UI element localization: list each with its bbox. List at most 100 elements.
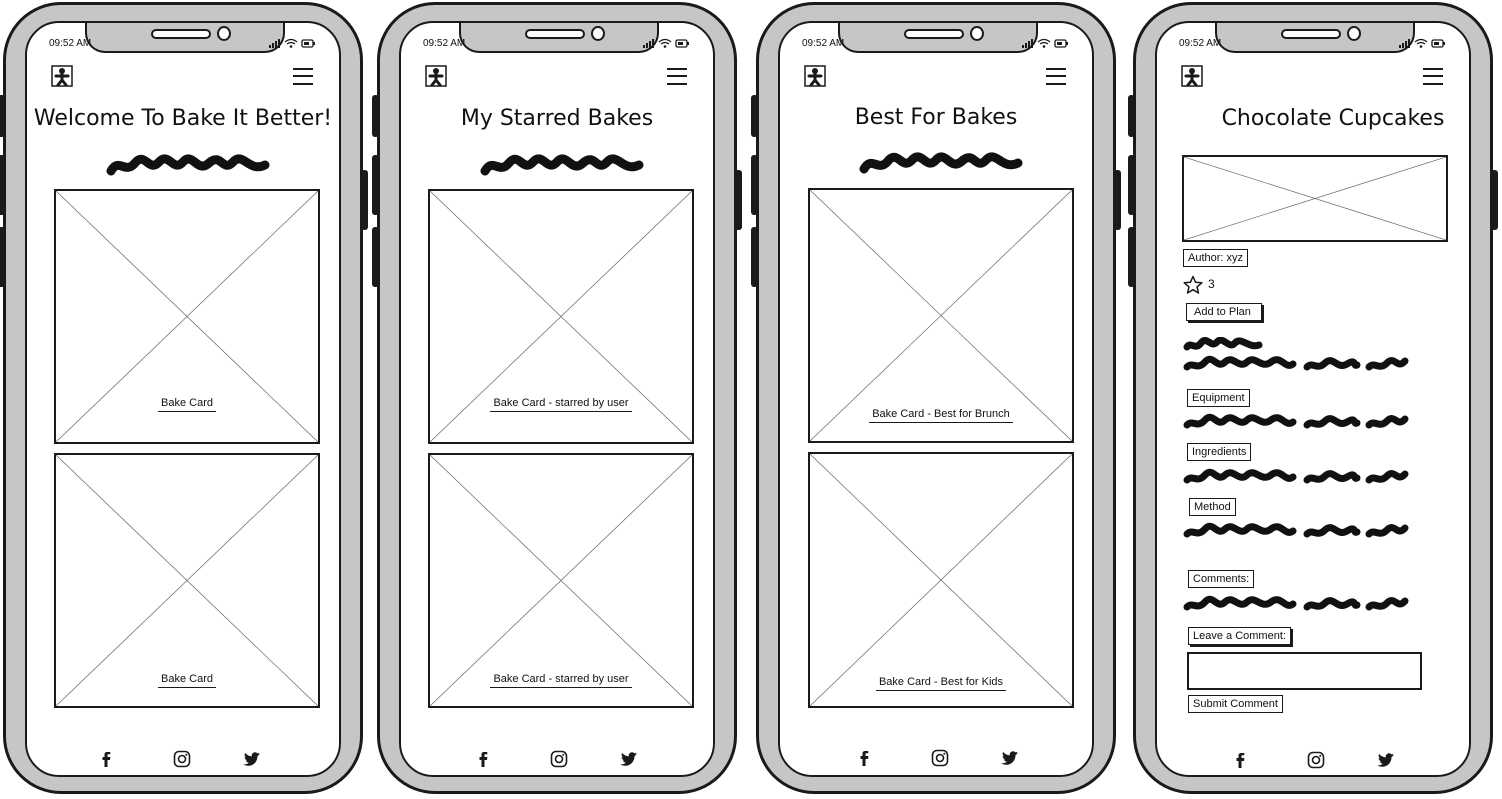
front-camera [217,26,231,41]
side-button [751,95,758,137]
side-button [1114,170,1121,230]
submit-comment-button[interactable]: Submit Comment [1188,695,1283,713]
star-count: 3 [1208,277,1215,291]
side-button [0,155,5,215]
equipment-label: Equipment [1187,389,1250,407]
bake-card[interactable]: Bake Card [54,189,320,444]
bake-card[interactable]: Bake Card [54,453,320,708]
card-caption[interactable]: Bake Card [56,673,318,688]
status-time: 09:52 AM [1179,38,1222,49]
image-placeholder [1184,157,1446,240]
instagram-icon[interactable] [550,750,568,768]
speaker [1281,29,1341,39]
facebook-icon[interactable] [475,750,493,768]
card-caption[interactable]: Bake Card - starred by user [430,397,692,412]
side-button [1128,155,1135,215]
side-button [1128,227,1135,287]
card-caption[interactable]: Bake Card - Best for Kids [810,676,1072,691]
page-title: Welcome To Bake It Better! [33,106,333,131]
hamburger-menu-icon[interactable] [1423,68,1443,85]
side-button [0,95,5,137]
ingredients-label: Ingredients [1187,443,1252,461]
speaker [151,29,211,39]
recipe-description-scribble [1183,337,1409,371]
side-button [735,170,742,230]
phone-frame-home: 09:52 AM Welcome To Bake It Better! Bake… [0,2,368,794]
status-icons [1022,38,1068,48]
notch [838,23,1038,53]
bake-card[interactable]: Bake Card - Best for Brunch [808,188,1074,443]
screen-best-for: 09:52 AM Best For Bakes Bake Card - Best… [778,21,1094,777]
gingerbread-man-icon[interactable] [51,65,73,87]
ingredients-scribble [1183,468,1409,484]
hamburger-menu-icon[interactable] [1046,68,1066,85]
status-time: 09:52 AM [423,38,466,49]
phone-frame-recipe: 09:52 AM Chocolate Cupcakes Author: xyz … [1128,2,1498,794]
image-placeholder [430,455,692,706]
equipment-scribble [1183,413,1409,429]
status-time: 09:52 AM [802,38,845,49]
phone-frame-starred: 09:52 AM My Starred Bakes Bake Card - st… [372,2,742,794]
front-camera [970,26,984,41]
subtitle-scribble [106,154,270,176]
twitter-icon[interactable] [1377,751,1395,769]
gingerbread-man-icon[interactable] [804,65,826,87]
speaker [904,29,964,39]
card-caption[interactable]: Bake Card - Best for Brunch [810,408,1072,423]
side-button [751,227,758,287]
subtitle-scribble [859,152,1023,174]
screen-starred: 09:52 AM My Starred Bakes Bake Card - st… [399,21,715,777]
instagram-icon[interactable] [1307,751,1325,769]
side-button [372,95,379,137]
gingerbread-man-icon[interactable] [425,65,447,87]
twitter-icon[interactable] [1001,749,1019,767]
bake-card[interactable]: Bake Card - starred by user [428,453,694,708]
side-button [1128,95,1135,137]
instagram-icon[interactable] [173,750,191,768]
phone-frame-best-for: 09:52 AM Best For Bakes Bake Card - Best… [751,2,1121,794]
hamburger-menu-icon[interactable] [667,68,687,85]
leave-comment-label: Leave a Comment: [1188,627,1291,645]
front-camera [1347,26,1361,41]
twitter-icon[interactable] [620,750,638,768]
twitter-icon[interactable] [243,750,261,768]
hamburger-menu-icon[interactable] [293,68,313,85]
facebook-icon[interactable] [98,750,116,768]
star-outline-icon[interactable] [1183,275,1203,295]
recipe-image-placeholder [1182,155,1448,242]
comments-scribble [1183,595,1409,611]
facebook-icon[interactable] [856,749,874,767]
bake-card[interactable]: Bake Card - starred by user [428,189,694,444]
notch [85,23,285,53]
card-caption[interactable]: Bake Card - starred by user [430,673,692,688]
front-camera [591,26,605,41]
side-button [361,170,368,230]
page-title: Chocolate Cupcakes [1221,106,1445,131]
side-button [372,227,379,287]
facebook-icon[interactable] [1232,751,1250,769]
instagram-icon[interactable] [931,749,949,767]
comment-input[interactable] [1187,652,1422,690]
method-label: Method [1189,498,1236,516]
side-button [751,155,758,215]
comments-label: Comments: [1188,570,1255,588]
side-button [1491,170,1498,230]
add-to-plan-button[interactable]: Add to Plan [1186,303,1262,321]
status-time: 09:52 AM [49,38,92,49]
image-placeholder [810,190,1072,441]
speaker [525,29,585,39]
screen-recipe: 09:52 AM Chocolate Cupcakes Author: xyz … [1155,21,1471,777]
status-icons [1399,38,1445,48]
notch [459,23,659,53]
status-icons [269,38,315,48]
bake-card[interactable]: Bake Card - Best for Kids [808,452,1074,708]
subtitle-scribble [480,154,644,176]
page-title: My Starred Bakes [460,106,654,131]
image-placeholder [56,455,318,706]
status-icons [643,38,689,48]
notch [1215,23,1415,53]
card-caption[interactable]: Bake Card [56,397,318,412]
screen-home: 09:52 AM Welcome To Bake It Better! Bake… [25,21,341,777]
side-button [372,155,379,215]
gingerbread-man-icon[interactable] [1181,65,1203,87]
